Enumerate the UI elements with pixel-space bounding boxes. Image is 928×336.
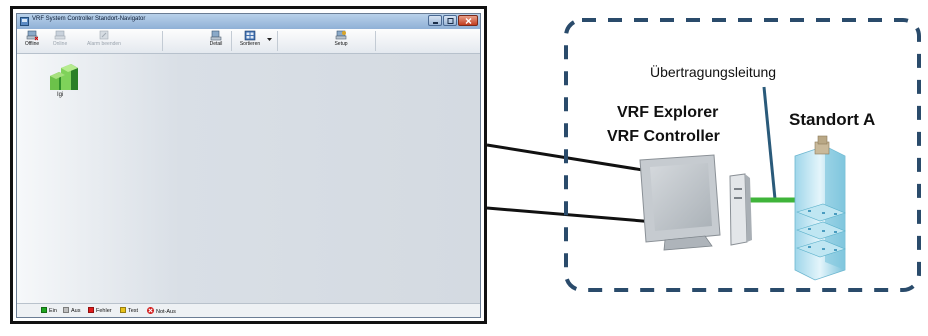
site-a-label: Standort A: [789, 110, 876, 129]
building-icon: [794, 135, 846, 281]
network-diagram: [486, 18, 921, 292]
computer-icon: [639, 154, 752, 251]
callout-lines: [486, 143, 656, 224]
vrf-controller-label: VRF Controller: [607, 128, 720, 145]
vrf-explorer-label: VRF Explorer: [617, 104, 719, 121]
transmission-line-pointer: [762, 86, 777, 200]
transmission-line-label: Übertragungsleitung: [650, 64, 777, 80]
site-boundary: [564, 18, 921, 292]
